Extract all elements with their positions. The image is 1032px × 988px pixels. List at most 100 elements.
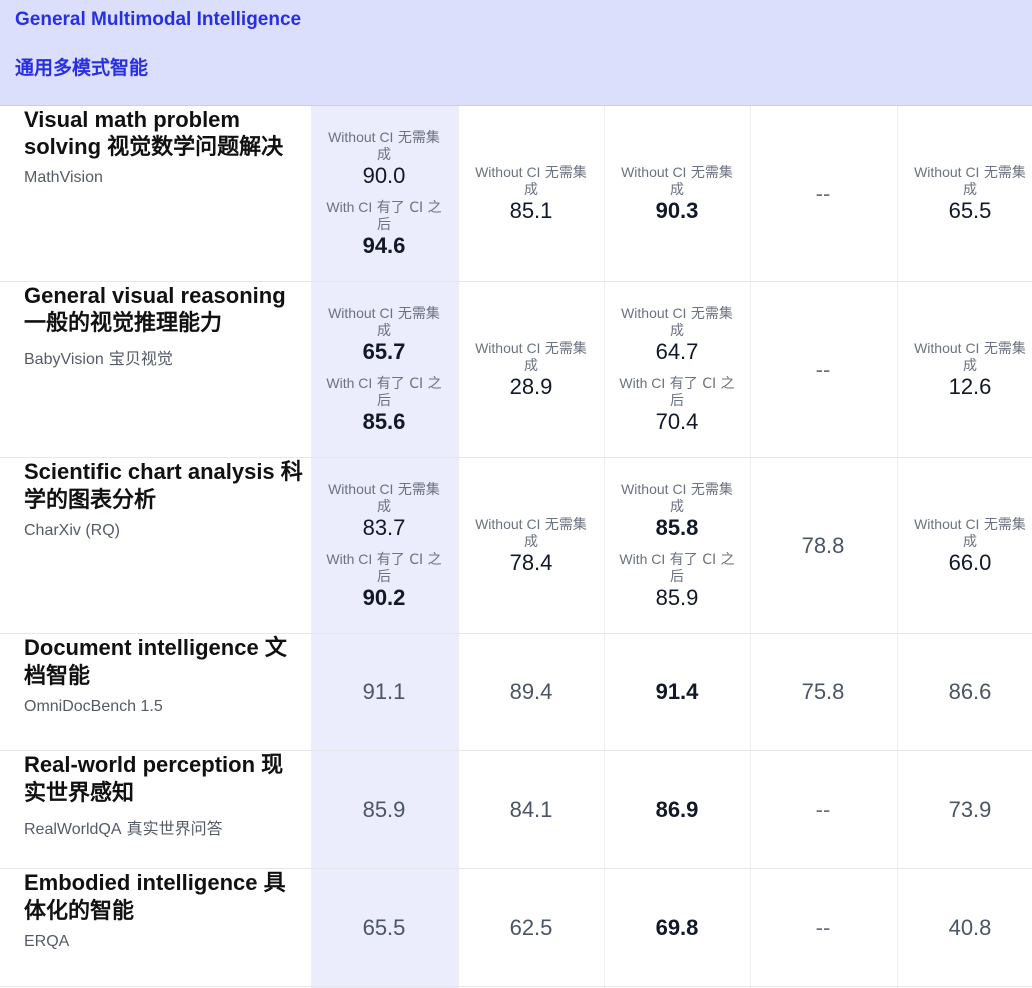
score-cell: 40.8: [897, 869, 1032, 986]
score-without-ci: 85.1: [509, 197, 553, 223]
task-name-en: Embodied intelligence: [24, 870, 264, 895]
task-label: Embodied intelligence 具体化的智能 ERQA: [24, 869, 304, 951]
score-cell: 69.8: [604, 869, 750, 986]
metric-sub-label-zh: 有了 CI 之后: [665, 375, 735, 409]
task-name: Document intelligence 文档智能: [24, 634, 304, 690]
task-label: Scientific chart analysis 科学的图表分析 CharXiv…: [24, 458, 304, 540]
metric-sub-label-en: Without CI: [475, 515, 541, 532]
benchmark-name-en: BabyVision: [24, 351, 104, 368]
benchmark-name: RealWorldQA 真实世界问答: [24, 815, 304, 839]
task-label: Document intelligence 文档智能 OmniDocBench 1…: [24, 634, 304, 716]
benchmark-name-en: ERQA: [24, 933, 70, 950]
section-header: General Multimodal Intelligence 通用多模式智能: [0, 0, 1032, 106]
benchmark-name-en: RealWorldQA: [24, 821, 122, 838]
score-unavailable: --: [815, 180, 831, 206]
score-cell: 85.9: [311, 751, 457, 868]
score-cell: Without CI 无需集成 78.4: [458, 458, 604, 633]
metric-sub-label-zh: 有了 CI 之后: [372, 551, 442, 585]
score-cell: 78.8: [750, 458, 896, 633]
metric-sub-label: With CI 有了 CI 之后: [617, 551, 737, 585]
benchmark-name: CharXiv (RQ): [24, 522, 304, 540]
metric-sub-label: With CI 有了 CI 之后: [324, 551, 444, 585]
metric-sub-label-en: Without CI: [621, 163, 687, 180]
task-label: Real-world perception 现实世界感知 RealWorldQA …: [24, 751, 304, 839]
score-cell: Without CI 无需集成 65.7 With CI 有了 CI 之后 85.6: [311, 282, 457, 457]
metric-sub-label: Without CI 无需集成: [910, 164, 1030, 198]
score-cell: Without CI 无需集成 66.0: [897, 458, 1032, 633]
score-value: 65.5: [362, 914, 406, 940]
score-cell: Without CI 无需集成 83.7 With CI 有了 CI 之后 90.2: [311, 458, 457, 633]
score-cell: --: [750, 282, 896, 457]
benchmark-name: BabyVision 宝贝视觉: [24, 345, 304, 369]
metric-sub-label-en: With CI: [326, 198, 373, 215]
task-name-en: Real-world perception: [24, 752, 262, 777]
task-name-en: Scientific chart analysis: [24, 459, 281, 484]
score-with-ci: 85.6: [362, 408, 406, 434]
metric-sub-label: Without CI 无需集成: [471, 164, 591, 198]
score-cell: 73.9: [897, 751, 1032, 868]
score-without-ci: 83.7: [362, 514, 406, 540]
metric-sub-label-en: Without CI: [475, 339, 541, 356]
section-title-en: General Multimodal Intelligence: [15, 9, 302, 30]
score-cell: --: [750, 751, 896, 868]
score-unavailable: --: [815, 356, 831, 382]
score-cell: Without CI 无需集成 85.8 With CI 有了 CI 之后 85.9: [604, 458, 750, 633]
score-with-ci: 94.6: [362, 232, 406, 258]
score-value: 85.9: [362, 796, 406, 822]
score-cell: 62.5: [458, 869, 604, 986]
benchmark-name: OmniDocBench 1.5: [24, 698, 304, 716]
metric-sub-label-en: With CI: [619, 374, 666, 391]
metric-sub-label: Without CI 无需集成: [324, 481, 444, 515]
table-row: Visual math problem solving 视觉数学问题解决 Math…: [0, 106, 1032, 282]
benchmark-name-en: CharXiv (RQ): [24, 522, 121, 539]
score-unavailable: --: [815, 796, 831, 822]
metric-sub-label-en: Without CI: [328, 304, 394, 321]
score-value: 73.9: [948, 796, 992, 822]
benchmark-name-en: OmniDocBench 1.5: [24, 698, 163, 715]
task-name: Visual math problem solving 视觉数学问题解决: [24, 106, 304, 161]
metric-sub-label: Without CI 无需集成: [324, 129, 444, 163]
metric-sub-label: Without CI 无需集成: [471, 516, 591, 550]
benchmark-name-zh: 真实世界问答: [121, 819, 223, 838]
metric-sub-label-zh: 有了 CI 之后: [665, 551, 735, 585]
metric-sub-label-zh: 有了 CI 之后: [372, 199, 442, 233]
metric-sub-label-en: Without CI: [475, 163, 541, 180]
metric-sub-label-en: With CI: [619, 550, 666, 567]
metric-sub-label: Without CI 无需集成: [617, 164, 737, 198]
score-cell: 84.1: [458, 751, 604, 868]
score-cell: Without CI 无需集成 64.7 With CI 有了 CI 之后 70.4: [604, 282, 750, 457]
score-cell: Without CI 无需集成 65.5: [897, 106, 1032, 281]
score-cell: 91.1: [311, 634, 457, 750]
score-with-ci: 70.4: [655, 408, 699, 434]
score-without-ci: 66.0: [948, 549, 992, 575]
benchmark-name: ERQA: [24, 933, 304, 951]
metric-sub-label-en: Without CI: [621, 304, 687, 321]
table-row: Scientific chart analysis 科学的图表分析 CharXiv…: [0, 458, 1032, 634]
score-cell: 89.4: [458, 634, 604, 750]
metric-sub-label: Without CI 无需集成: [471, 340, 591, 374]
score-without-ci: 65.5: [948, 197, 992, 223]
score-without-ci: 78.4: [509, 549, 553, 575]
metric-sub-label-en: Without CI: [914, 163, 980, 180]
metric-sub-label-zh: 有了 CI 之后: [372, 375, 442, 409]
metric-sub-label-en: Without CI: [328, 480, 394, 497]
score-value: 86.9: [655, 796, 699, 822]
metric-sub-label-en: Without CI: [914, 339, 980, 356]
score-with-ci: 85.9: [655, 584, 699, 610]
benchmark-name-zh: 宝贝视觉: [103, 349, 173, 368]
metric-sub-label: Without CI 无需集成: [617, 305, 737, 339]
score-without-ci: 65.7: [362, 338, 406, 364]
task-name: Scientific chart analysis 科学的图表分析: [24, 458, 304, 514]
score-cell: 86.6: [897, 634, 1032, 750]
task-name: Embodied intelligence 具体化的智能: [24, 869, 304, 925]
score-without-ci: 64.7: [655, 338, 699, 364]
score-without-ci: 90.0: [362, 162, 406, 188]
score-value: 86.6: [948, 679, 992, 704]
task-label: General visual reasoning 一般的视觉推理能力 BabyVi…: [24, 282, 304, 369]
metric-sub-label-en: Without CI: [621, 480, 687, 497]
table-row: General visual reasoning 一般的视觉推理能力 BabyVi…: [0, 282, 1032, 458]
score-value: 78.8: [801, 532, 845, 558]
metric-sub-label: With CI 有了 CI 之后: [324, 199, 444, 233]
metric-sub-label-en: With CI: [326, 550, 373, 567]
metric-sub-label: Without CI 无需集成: [324, 305, 444, 339]
